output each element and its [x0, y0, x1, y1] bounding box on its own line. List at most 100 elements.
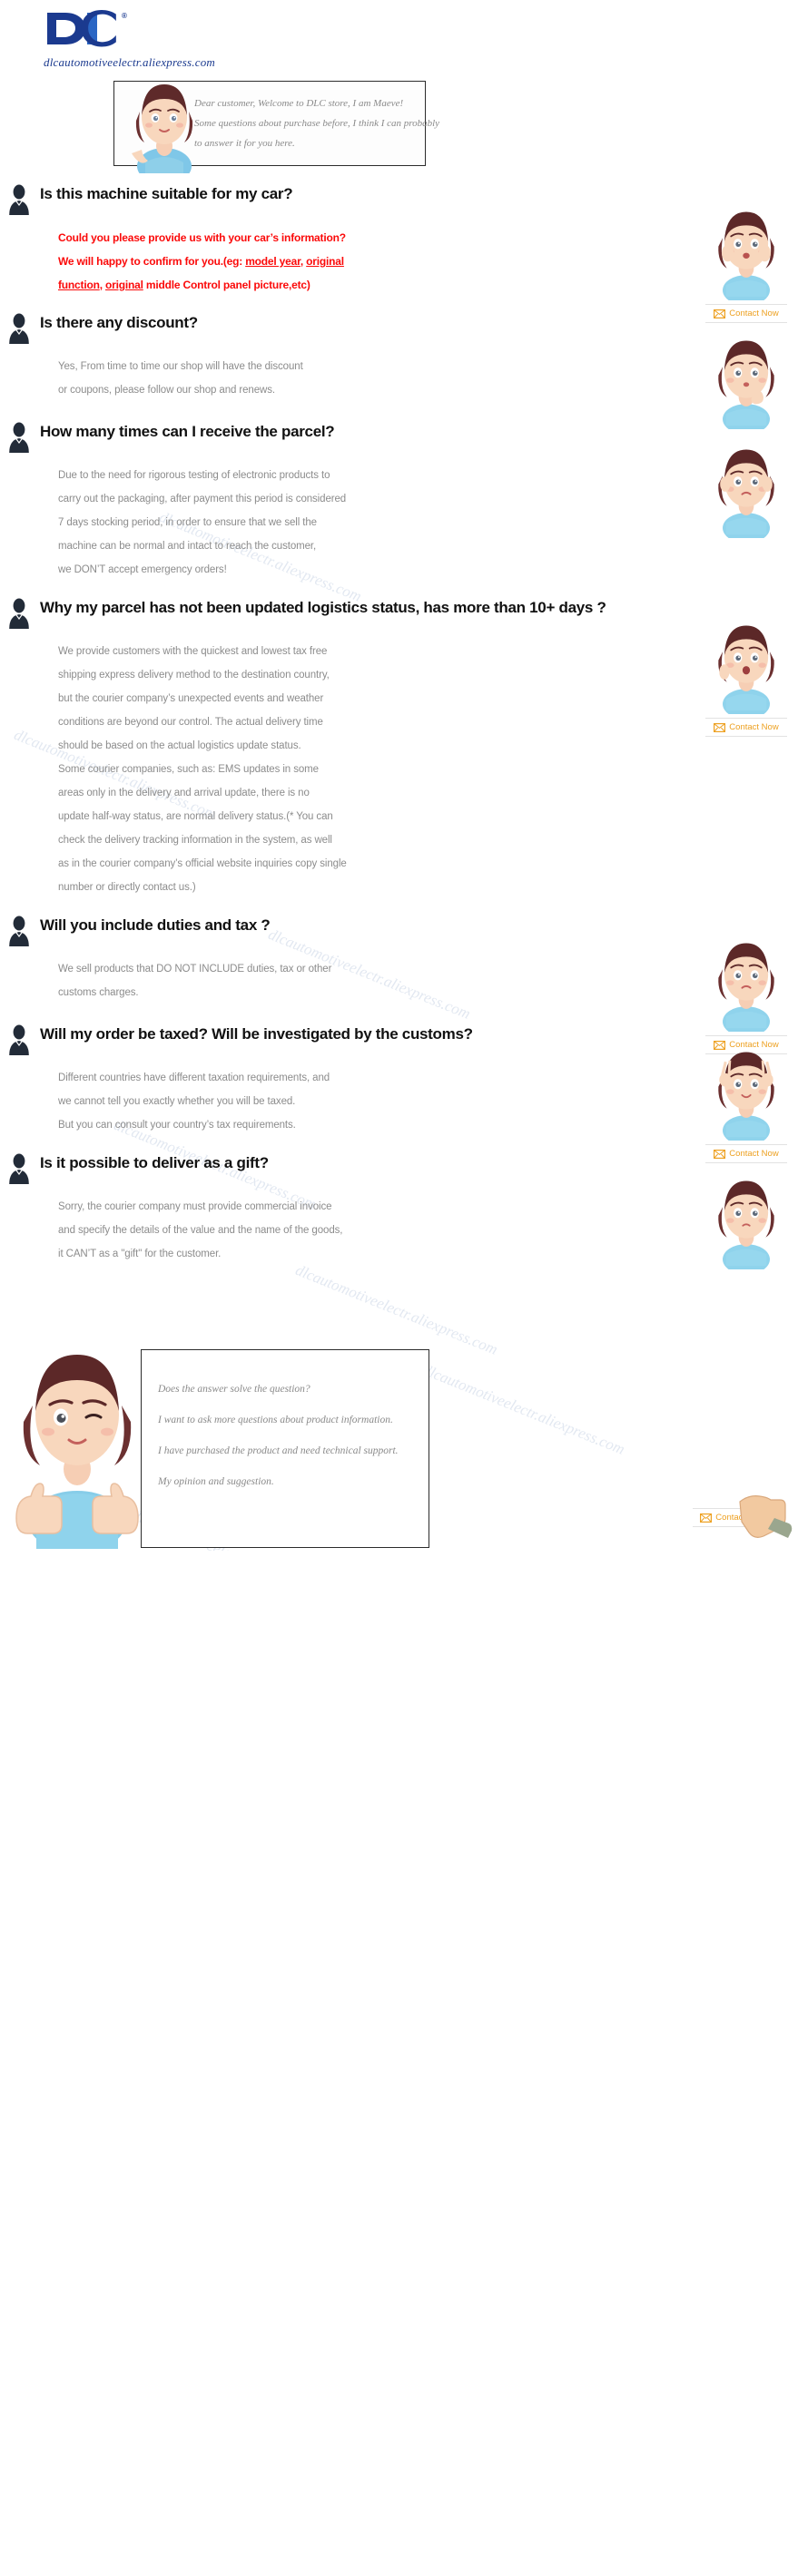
footer-question-line: I want to ask more questions about produ… [158, 1415, 393, 1425]
footer-question-box: Does the answer solve the question? I wan… [141, 1349, 429, 1548]
faq-answer-line: Yes, From time to time our shop will hav… [58, 361, 303, 372]
faq-side-avatar: Contact Now [705, 206, 787, 323]
faq-answer-line: Different countries have different taxat… [58, 1073, 330, 1083]
faq-answer-line: carry out the packaging, after payment t… [58, 494, 347, 504]
faq-item-logistics-not-updated: Why my parcel has not been updated logis… [0, 596, 798, 914]
thumbs-up-right [92, 1483, 139, 1534]
faq-answer-line: areas only in the delivery and arrival u… [58, 788, 310, 798]
faq-question-row: Is this machine suitable for my car? [0, 182, 798, 215]
faq-answer-line: But you can consult your country’s tax r… [58, 1120, 296, 1131]
svg-text:®: ® [122, 12, 127, 20]
customer-avatar-icon [9, 1024, 29, 1055]
footer-question-line: I have purchased the product and need te… [158, 1445, 399, 1456]
avatar-worried-icon [718, 449, 774, 538]
faq-item-discount: Is there any discount? Yes, From time to … [0, 311, 798, 429]
avatar-maeve-icon [132, 84, 193, 173]
envelope-icon [700, 1513, 713, 1523]
envelope-icon [714, 722, 726, 732]
faq-side-avatar [705, 444, 787, 538]
faq-question-text: Will you include duties and tax ? [40, 916, 271, 934]
dlc-logo: ® [44, 9, 129, 54]
faq-answer: We sell products that DO NOT INCLUDE dut… [0, 946, 635, 1004]
faq-answer-line: customs charges. [58, 987, 139, 998]
faq-answer: Due to the need for rigorous testing of … [0, 453, 635, 582]
envelope-icon [714, 309, 726, 318]
faq-item-suitable-for-car: Is this machine suitable for my car? Coul… [0, 182, 798, 323]
footer-question-line: Does the answer solve the question? [158, 1384, 310, 1395]
avatar-peace-icon [718, 1052, 774, 1141]
faq-answer: Different countries have different taxat… [0, 1055, 635, 1137]
welcome-banner: Dear customer, Welcome to DLC store, I a… [0, 81, 798, 182]
faq-answer-line: 7 days stocking period, in order to ensu… [58, 517, 317, 528]
faq-question-text: Why my parcel has not been updated logis… [40, 599, 606, 616]
customer-avatar-icon [9, 184, 29, 215]
faq-item-receive-parcel-times: How many times can I receive the parcel?… [0, 420, 798, 596]
faq-answer-line: Could you please provide us with your ca… [58, 231, 346, 244]
envelope-icon [714, 1149, 726, 1159]
faq-answer: Sorry, the courier company must provide … [0, 1184, 635, 1266]
faq-answer-line: number or directly contact us.) [58, 882, 196, 893]
faq-answer-line: We sell products that DO NOT INCLUDE dut… [58, 964, 332, 975]
contact-now-label: Contact Now [729, 309, 779, 318]
faq-side-avatar: Contact Now [705, 1046, 787, 1163]
faq-answer: Could you please provide us with your ca… [0, 215, 635, 297]
welcome-line-2: Some questions about purchase before, I … [194, 118, 440, 129]
customer-avatar-icon [9, 313, 29, 344]
faq-question-row: Will you include duties and tax ? [0, 914, 798, 946]
faq-answer-line: check the delivery tracking information … [58, 835, 332, 846]
contact-now-label: Contact Now [729, 1149, 779, 1159]
faq-answer-line: and specify the details of the value and… [58, 1225, 343, 1236]
dlc-logo-icon: ® [47, 10, 129, 47]
faq-item-duties-and-tax: Will you include duties and tax ? We sell… [0, 914, 798, 1054]
faq-answer-line: but the courier company’s unexpected eve… [58, 693, 324, 704]
avatar-thumbs-up-icon [15, 1355, 139, 1549]
faq-side-avatar [705, 1175, 787, 1269]
footer-question-line: My opinion and suggestion. [158, 1476, 274, 1487]
faq-answer-line: update half-way status, are normal deliv… [58, 811, 333, 822]
faq-answer-line: function, original middle Control panel … [58, 279, 310, 291]
faq-side-avatar: Contact Now [705, 620, 787, 737]
faq-answer-line: Sorry, the courier company must provide … [58, 1201, 332, 1212]
faq-item-deliver-as-gift: Is it possible to deliver as a gift? Sorr… [0, 1151, 798, 1280]
customer-avatar-icon [9, 598, 29, 629]
avatar-surprised-icon [718, 211, 774, 300]
pointing-hand-icon [739, 1495, 793, 1538]
faq-answer-line: Some courier companies, such as: EMS upd… [58, 764, 319, 775]
faq-side-avatar: Contact Now [705, 937, 787, 1054]
faq-question-row: Is it possible to deliver as a gift? [0, 1151, 798, 1184]
avatar-thinking-icon [718, 340, 774, 429]
faq-answer-line: Due to the need for rigorous testing of … [58, 470, 330, 481]
faq-question-row: How many times can I receive the parcel? [0, 420, 798, 453]
customer-avatar-icon [9, 1153, 29, 1184]
faq-item-order-taxed-customs: Will my order be taxed? Will be investig… [0, 1023, 798, 1163]
contact-now-label: Contact Now [729, 722, 779, 732]
contact-now-button[interactable]: Contact Now [705, 304, 787, 323]
contact-now-button[interactable]: Contact Now [705, 718, 787, 737]
faq-question-text: Is this machine suitable for my car? [40, 185, 293, 202]
faq-answer-line: shipping express delivery method to the … [58, 670, 330, 681]
faq-answer-line: machine can be normal and intact to reac… [58, 541, 317, 552]
avatar-sad-icon [718, 943, 774, 1032]
faq-side-avatar [705, 335, 787, 429]
faq-question-row: Is there any discount? [0, 311, 798, 344]
faq-answer-line: We provide customers with the quickest a… [58, 646, 328, 657]
store-url: dlcautomotiveelectr.aliexpress.com [44, 55, 215, 69]
faq-answer: Yes, From time to time our shop will hav… [0, 344, 635, 402]
contact-now-button[interactable]: Contact Now [705, 1144, 787, 1163]
faq-question-text: Is it possible to deliver as a gift? [40, 1154, 269, 1171]
faq-answer-line: we cannot tell you exactly whether you w… [58, 1096, 296, 1107]
avatar-pout-icon [718, 1180, 774, 1269]
avatar-shocked-icon [718, 625, 774, 714]
faq-question-text: Will my order be taxed? Will be investig… [40, 1025, 473, 1043]
faq-answer-line: We will happy to confirm for you.(eg: mo… [58, 255, 344, 268]
faq-answer-line: or coupons, please follow our shop and r… [58, 385, 275, 396]
faq-list: Is this machine suitable for my car? Coul… [0, 182, 798, 1280]
faq-answer: We provide customers with the quickest a… [0, 629, 635, 899]
faq-answer-line: we DON’T accept emergency orders! [58, 564, 227, 575]
store-header: ® dlcautomotiveelectr.aliexpress.com [0, 0, 798, 73]
faq-answer-line: as in the courier company’s official web… [58, 858, 347, 869]
welcome-line-3: to answer it for you here. [194, 138, 295, 149]
faq-answer-line: it CAN’T as a "gift" for the customer. [58, 1249, 222, 1259]
customer-avatar-icon [9, 916, 29, 946]
faq-answer-line: conditions are beyond our control. The a… [58, 717, 323, 728]
